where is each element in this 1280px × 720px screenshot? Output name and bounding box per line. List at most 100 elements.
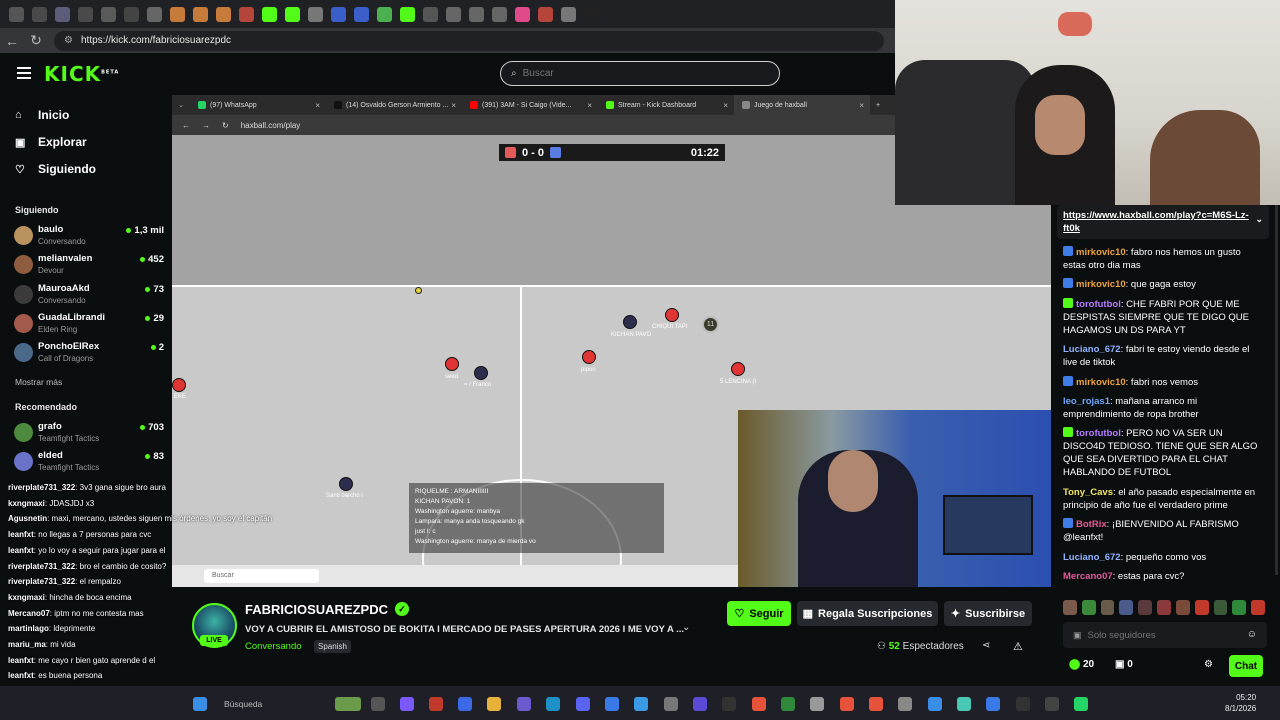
search-input[interactable] xyxy=(522,68,763,79)
inner-tab[interactable]: (391) 3AM - Si Caigo (Vide... × xyxy=(462,95,598,115)
new-tab-icon[interactable]: + xyxy=(876,102,880,109)
app-icon[interactable] xyxy=(928,697,942,711)
browser-tab-icon[interactable] xyxy=(32,6,47,22)
nav-home[interactable]: ⌂ Inicio xyxy=(15,108,69,122)
inner-tab[interactable]: Stream - Kick Dashboard × xyxy=(598,95,734,115)
emote-icon[interactable] xyxy=(1063,600,1077,615)
back-arrow-icon[interactable]: ← xyxy=(182,121,190,130)
emote-icon[interactable] xyxy=(1157,600,1171,615)
stream-category[interactable]: Conversando xyxy=(245,641,302,652)
emote-icon[interactable] xyxy=(1213,600,1228,615)
browser-tab-icon[interactable] xyxy=(78,6,93,22)
sidebar-channel[interactable]: grafo Teamfight Tactics 703 xyxy=(14,421,164,447)
app-icon[interactable] xyxy=(781,697,795,711)
sidebar-channel[interactable]: elded Teamfight Tactics 83 xyxy=(14,450,164,476)
browser-tab-icon[interactable] xyxy=(492,6,507,22)
browser-tab-icon[interactable] xyxy=(147,6,162,22)
app-icon[interactable] xyxy=(810,697,824,711)
browser-tab-icon[interactable] xyxy=(239,6,254,22)
chat-username[interactable]: Luciano_672 xyxy=(1063,552,1121,563)
emote-icon[interactable] xyxy=(1194,600,1209,615)
emote-icon[interactable] xyxy=(1175,600,1190,615)
browser-tab-icon[interactable] xyxy=(101,6,116,22)
browser-tab-icon[interactable] xyxy=(377,6,392,22)
reload-icon[interactable]: ↻ xyxy=(24,32,48,49)
report-icon[interactable]: ⚠ xyxy=(1013,640,1023,653)
tab-list-icon[interactable]: ⌄ xyxy=(172,101,190,109)
browser-tab-icon[interactable] xyxy=(308,6,323,22)
browser-tab-icon[interactable] xyxy=(446,6,461,22)
browser-tab-icon[interactable] xyxy=(216,6,231,22)
browser-tab-icon[interactable] xyxy=(584,6,599,22)
kick-logo[interactable]: KICKBETA xyxy=(44,62,119,86)
browser-tab-icon[interactable] xyxy=(423,6,438,22)
browser-tab-icon[interactable] xyxy=(331,6,346,22)
settings-icon[interactable] xyxy=(898,697,912,711)
browser-tab-icon[interactable] xyxy=(354,6,369,22)
close-icon[interactable]: × xyxy=(723,101,728,110)
whatsapp-icon[interactable] xyxy=(1074,697,1088,711)
chat-send-button[interactable]: Chat xyxy=(1229,655,1263,677)
browser-tab-icon[interactable] xyxy=(400,6,415,22)
chat-username[interactable]: leo_rojas1 xyxy=(1063,396,1110,407)
back-arrow-icon[interactable]: ← xyxy=(0,33,24,49)
media-icon[interactable] xyxy=(1045,697,1059,711)
browser-tab-icon[interactable] xyxy=(193,6,208,22)
app-icon[interactable] xyxy=(1016,697,1030,711)
inner-tab[interactable]: Juego de haxball × xyxy=(734,95,870,115)
sidebar-channel[interactable]: MauroaAkd Conversando 73 xyxy=(14,283,164,309)
pinned-link[interactable]: https://www.haxball.com/play?c=M6S-Lz-ft… xyxy=(1063,210,1249,234)
show-more-link[interactable]: Mostrar más xyxy=(15,377,62,387)
pinned-message[interactable]: https://www.haxball.com/play?c=M6S-Lz-ft… xyxy=(1057,205,1269,239)
chat-username[interactable]: torofutbol xyxy=(1076,428,1121,439)
discord-icon[interactable] xyxy=(576,697,590,711)
emote-icon[interactable] xyxy=(1119,600,1134,615)
obs-icon[interactable] xyxy=(664,697,678,711)
close-icon[interactable]: × xyxy=(859,101,864,110)
app-icon[interactable] xyxy=(605,697,619,711)
close-icon[interactable]: × xyxy=(315,101,320,110)
emote-icon[interactable] xyxy=(1232,600,1247,615)
gift-subs-button[interactable]: ▦ Regala Suscripciones xyxy=(797,601,938,626)
share-icon[interactable]: ⋖ xyxy=(982,640,990,651)
emote-icon[interactable] xyxy=(1081,600,1096,615)
task-view-icon[interactable] xyxy=(371,697,385,711)
folder-icon[interactable] xyxy=(487,697,501,711)
opera-icon[interactable] xyxy=(429,697,443,711)
emote-icon[interactable] xyxy=(1100,600,1115,615)
start-icon[interactable] xyxy=(193,697,207,711)
chat-input[interactable] xyxy=(1087,629,1238,641)
app-icon[interactable] xyxy=(517,697,531,711)
chat-username[interactable]: mirkovic10 xyxy=(1076,279,1126,290)
app-icon[interactable] xyxy=(634,697,648,711)
browser-tab-icon[interactable] xyxy=(262,6,277,22)
channel-points[interactable]: ⬤ 20 xyxy=(1069,659,1094,670)
app-icon[interactable] xyxy=(693,697,707,711)
browser-tab-icon[interactable] xyxy=(561,6,576,22)
tab-list-icon[interactable] xyxy=(9,6,24,22)
terminal-icon[interactable] xyxy=(722,697,736,711)
close-icon[interactable]: × xyxy=(451,101,456,110)
store-icon[interactable] xyxy=(458,697,472,711)
app-icon[interactable] xyxy=(986,697,1000,711)
nav-explore[interactable]: ▣ Explorar xyxy=(15,135,87,149)
chat-username[interactable]: BotRix xyxy=(1076,519,1107,530)
chat-username[interactable]: mirkovic10 xyxy=(1076,247,1126,258)
subscribe-button[interactable]: ✦ Suscribirse xyxy=(944,601,1032,626)
emote-picker-icon[interactable]: ☺ xyxy=(1247,629,1257,640)
edge-icon[interactable] xyxy=(546,697,560,711)
close-icon[interactable]: × xyxy=(587,101,592,110)
browser-tab-icon[interactable] xyxy=(538,6,553,22)
browser-tab-icon[interactable] xyxy=(55,6,70,22)
chat-scrollbar[interactable] xyxy=(1275,205,1278,575)
menu-icon[interactable] xyxy=(17,67,31,79)
inner-tab[interactable]: (14) Osvaldo Gerson Armiento ... × xyxy=(326,95,462,115)
follow-button[interactable]: ♡ Seguir xyxy=(727,601,791,626)
browser-tab-icon[interactable] xyxy=(285,6,300,22)
system-clock[interactable]: 05:20 8/1/2026 xyxy=(1225,692,1256,714)
widget-icon[interactable] xyxy=(335,697,361,711)
emote-icon[interactable] xyxy=(1251,600,1265,615)
app-icon[interactable] xyxy=(957,697,971,711)
chrome-icon[interactable] xyxy=(752,697,766,711)
chat-username[interactable]: torofutbol xyxy=(1076,299,1121,310)
